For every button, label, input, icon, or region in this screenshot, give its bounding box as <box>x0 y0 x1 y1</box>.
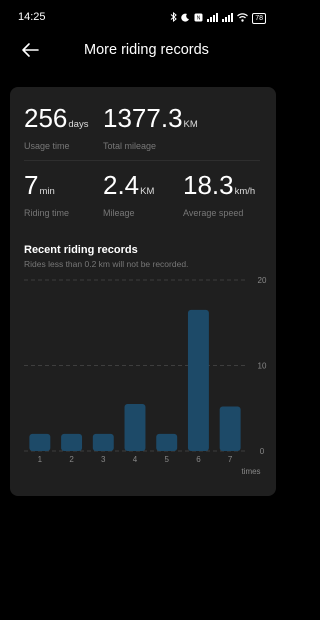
total-mileage-label: Total mileage <box>103 141 157 151</box>
stat-total-mileage: 1377.3KM Total mileage <box>103 104 198 151</box>
header: More riding records <box>0 36 286 66</box>
bar <box>187 309 209 451</box>
x-tick-label: 2 <box>69 455 74 464</box>
average-speed-unit: km/h <box>234 186 256 197</box>
nfc-icon: N <box>194 13 203 24</box>
x-axis-label: times <box>241 467 260 476</box>
riding-time-label: Riding time <box>24 208 70 218</box>
bar <box>156 433 178 451</box>
riding-stats-card: 256days Usage time 1377.3KM Total mileag… <box>10 87 276 496</box>
stat-usage-time: 256days Usage time <box>24 104 88 151</box>
riding-time-unit: min <box>39 186 55 197</box>
x-tick-label: 1 <box>38 455 43 464</box>
stat-mileage: 2.4KM Mileage <box>103 171 154 218</box>
usage-time-label: Usage time <box>24 141 70 151</box>
riding-time-value: 7 <box>24 170 39 200</box>
status-bar: 14:25 N 78 <box>0 0 286 36</box>
average-speed-value: 18.3 <box>183 170 234 200</box>
wifi-icon <box>237 12 249 24</box>
status-time: 14:25 <box>18 11 46 23</box>
bar <box>124 403 146 451</box>
bar <box>219 406 241 451</box>
status-icons: N 78 <box>170 11 266 24</box>
back-arrow-icon[interactable] <box>20 42 40 58</box>
mileage-unit: KM <box>140 186 155 197</box>
usage-time-unit: days <box>68 119 89 130</box>
x-tick-label: 6 <box>196 455 201 464</box>
stat-riding-time: 7min Riding time <box>24 171 69 218</box>
y-tick-label: 10 <box>258 362 267 371</box>
battery-icon: 78 <box>252 12 266 24</box>
recent-records-title: Recent riding records <box>24 244 138 256</box>
y-tick-label: 20 <box>258 277 267 285</box>
x-tick-label: 5 <box>164 455 169 464</box>
moon-icon <box>181 13 190 24</box>
svg-text:N: N <box>197 15 201 21</box>
page-title: More riding records <box>84 42 209 58</box>
recent-records-subtitle: Rides less than 0.2 km will not be recor… <box>24 259 189 269</box>
x-tick-label: 3 <box>101 455 106 464</box>
y-tick-label: 0 <box>260 447 265 456</box>
x-tick-label: 7 <box>228 455 233 464</box>
signal-icon <box>222 12 234 24</box>
x-tick-label: 4 <box>133 455 138 464</box>
bar <box>29 433 51 451</box>
bar <box>92 433 114 451</box>
bluetooth-icon <box>170 11 177 24</box>
mileage-value: 2.4 <box>103 170 140 200</box>
total-mileage-unit: KM <box>183 119 198 130</box>
signal-icon <box>207 12 219 24</box>
stat-average-speed: 18.3km/h Average speed <box>183 171 255 218</box>
bar <box>61 433 83 451</box>
mileage-label: Mileage <box>103 208 135 218</box>
usage-time-value: 256 <box>24 103 68 133</box>
average-speed-label: Average speed <box>183 208 244 218</box>
riding-records-chart: 0 10 20 1 2 3 4 5 6 7 times <box>24 277 267 476</box>
divider <box>24 160 260 161</box>
total-mileage-value: 1377.3 <box>103 103 183 133</box>
